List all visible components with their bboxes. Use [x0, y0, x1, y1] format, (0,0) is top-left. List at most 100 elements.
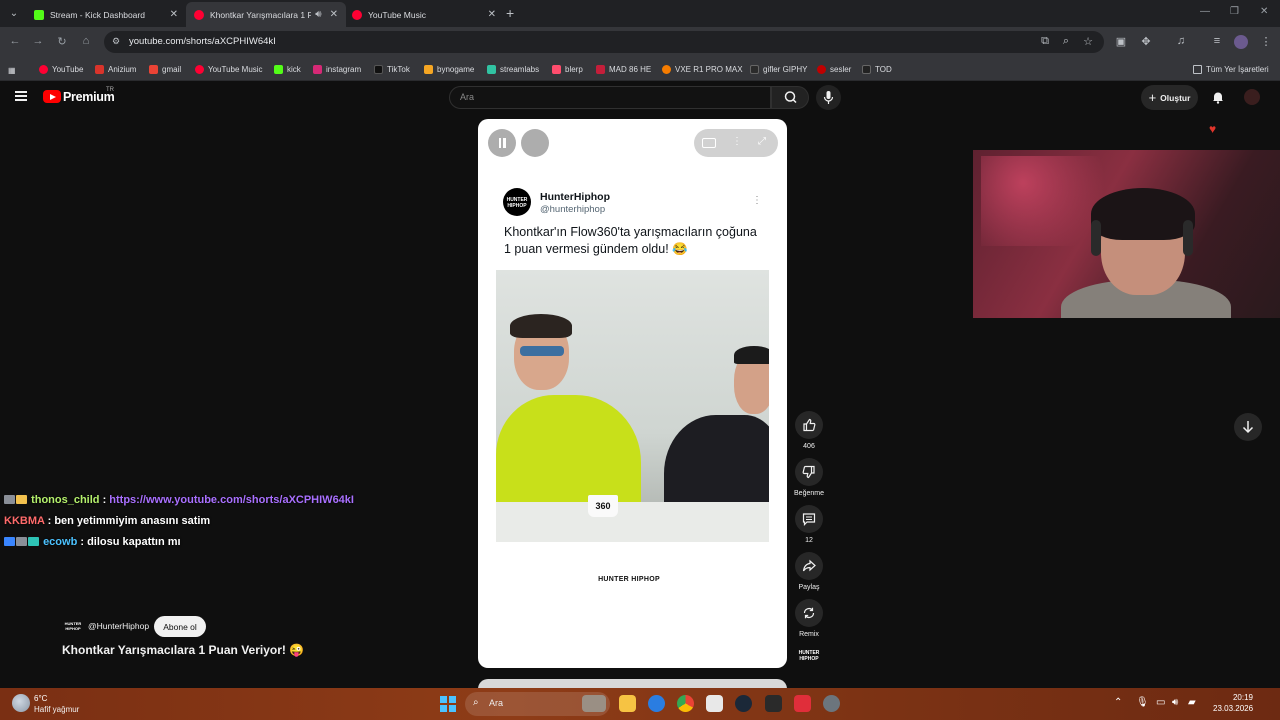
fullscreen-icon[interactable]: ⤢	[758, 136, 766, 147]
bookmark-bynogame[interactable]: bynogame	[424, 62, 474, 76]
site-info-icon[interactable]: ⚙	[112, 36, 120, 47]
microphone-tray-icon[interactable]: 🎙︎	[1136, 697, 1149, 708]
comments-button[interactable]: 12	[795, 505, 823, 544]
reading-list-icon[interactable]: ≡	[1210, 35, 1224, 47]
subscribe-button[interactable]: Abone ol	[154, 616, 206, 637]
zoom-icon[interactable]: ⌕	[1059, 35, 1073, 48]
search-input[interactable]: Ara	[449, 86, 771, 109]
home-icon[interactable]: ⌂	[79, 35, 93, 47]
volume-button[interactable]	[521, 129, 549, 157]
bookmark-star-icon[interactable]: ☆	[1081, 35, 1095, 48]
like-button[interactable]: 406	[795, 411, 823, 450]
new-tab-button[interactable]: +	[506, 5, 514, 21]
minimize-icon[interactable]: —	[1200, 6, 1210, 17]
tray-chevron-icon[interactable]: ⌃	[1114, 697, 1122, 708]
profile-avatar[interactable]	[1234, 35, 1248, 49]
remix-button[interactable]: Remix	[795, 599, 823, 638]
close-icon[interactable]: ✕	[330, 9, 338, 20]
speaker-icon[interactable]: 🔊︎	[315, 9, 321, 20]
bookmark-giphy[interactable]: gifler GIPHY	[750, 62, 807, 76]
more-options-icon[interactable]: ⋮	[732, 136, 742, 147]
share-button[interactable]: Paylaş	[795, 552, 823, 591]
battery-icon[interactable]: ▰	[1188, 697, 1196, 708]
volume-tray-icon[interactable]: 🔊︎	[1172, 697, 1178, 708]
weather-rain-icon[interactable]	[12, 694, 30, 712]
store-icon[interactable]	[706, 695, 723, 712]
bookmark-sesler[interactable]: sesler	[817, 62, 851, 76]
next-short-button[interactable]	[1234, 413, 1262, 441]
apps-grid-icon[interactable]: ▦	[8, 63, 16, 77]
extensions-puzzle-icon[interactable]: ✥	[1139, 35, 1153, 48]
bookmark-streamlabs[interactable]: streamlabs	[487, 62, 539, 76]
all-bookmarks-folder[interactable]: Tüm Yer İşaretleri	[1193, 62, 1269, 76]
file-explorer-icon[interactable]	[619, 695, 636, 712]
account-avatar[interactable]	[1244, 89, 1260, 105]
share-icon	[802, 559, 816, 572]
menu-hamburger-icon[interactable]	[15, 91, 27, 101]
bookmark-gmail[interactable]: gmail	[149, 62, 181, 76]
dislike-button[interactable]: Beğenme	[794, 458, 824, 497]
notifications-bell-icon[interactable]	[1211, 90, 1225, 104]
player-controls: ⋮ ⤢	[694, 129, 778, 157]
captions-icon[interactable]	[702, 138, 716, 148]
headset-icon	[1183, 220, 1193, 256]
chat-text: ben yetimmiyim anasını satim	[54, 515, 211, 527]
window-close-icon[interactable]: ✕	[1260, 6, 1268, 17]
steam-icon[interactable]	[735, 695, 752, 712]
search-button[interactable]	[771, 86, 809, 109]
app-red-icon[interactable]	[794, 695, 811, 712]
instagram-icon	[313, 64, 322, 74]
bookmark-label: kick	[287, 64, 301, 74]
weather-temperature[interactable]: 6°C	[34, 694, 47, 703]
close-icon[interactable]: ✕	[170, 9, 178, 20]
tab-title: YouTube Music	[368, 9, 426, 20]
windows-start-icon[interactable]	[440, 696, 456, 712]
back-icon[interactable]: ←	[8, 35, 22, 47]
bookmark-tod[interactable]: TOD	[862, 62, 892, 76]
search-placeholder: Ara	[460, 92, 475, 102]
taskbar-clock[interactable]: 20:19 23.03.2026	[1213, 692, 1253, 714]
vxe-icon	[662, 64, 671, 74]
bookmark-anizium[interactable]: Anizium	[95, 62, 136, 76]
create-button[interactable]: + Oluştur	[1141, 85, 1198, 110]
epic-games-icon[interactable]	[765, 695, 782, 712]
bookmark-instagram[interactable]: instagram	[313, 62, 361, 76]
voice-search-button[interactable]	[816, 85, 841, 110]
channel-thumbnail[interactable]: HUNTER HIPHOP	[797, 647, 821, 665]
tiktok-icon	[374, 64, 383, 74]
close-icon[interactable]: ✕	[488, 9, 496, 20]
extension-icon[interactable]: ▣	[1114, 35, 1128, 48]
bookmark-youtube-music[interactable]: YouTube Music	[195, 62, 263, 76]
install-app-icon[interactable]: ⧉	[1038, 35, 1052, 48]
tab-youtube-music[interactable]: YouTube Music ✕	[344, 2, 504, 27]
sesler-icon	[817, 64, 826, 74]
bookmark-youtube[interactable]: YouTube	[39, 62, 83, 76]
menu-dots-icon[interactable]: ⋮	[1259, 35, 1273, 48]
bookmark-label: Anizium	[108, 64, 137, 74]
search-highlight-icon[interactable]	[582, 695, 606, 712]
pause-button[interactable]	[488, 129, 516, 157]
edge-icon[interactable]	[648, 695, 665, 712]
forward-icon[interactable]: →	[31, 35, 45, 47]
tab-search-icon[interactable]: ⌄	[6, 6, 22, 22]
like-count: 406	[803, 443, 815, 450]
bookmark-blerp[interactable]: blerp	[552, 62, 583, 76]
reload-icon[interactable]: ↻	[55, 35, 69, 48]
media-control-icon[interactable]: ♫	[1174, 35, 1188, 47]
shorts-player[interactable]: ⋮ ⤢ HUNTER HIPHOP HunterHiphop @hunterhip…	[478, 119, 787, 668]
maximize-icon[interactable]: ❐	[1230, 6, 1239, 17]
network-icon[interactable]: ▭	[1156, 697, 1165, 708]
tab-youtube-short[interactable]: Khontkar Yarışmacılara 1 Pu 🔊︎ ✕	[186, 2, 346, 27]
youtube-icon	[194, 9, 204, 20]
youtube-logo-icon[interactable]	[43, 90, 61, 103]
address-bar[interactable]: ⚙ youtube.com/shorts/aXCPHIW64kI	[104, 31, 1104, 53]
bookmark-vxe[interactable]: VXE R1 PRO MAX	[662, 62, 743, 76]
bookmark-mad86[interactable]: MAD 86 HE	[596, 62, 651, 76]
settings-icon[interactable]	[823, 695, 840, 712]
tab-kick-dashboard[interactable]: Stream - Kick Dashboard ✕	[26, 2, 186, 27]
bookmark-tiktok[interactable]: TikTok	[374, 62, 410, 76]
bookmark-kick[interactable]: kick	[274, 62, 301, 76]
weather-description[interactable]: Hafif yağmur	[34, 705, 79, 714]
channel-handle[interactable]: @HunterHiphop	[88, 621, 149, 631]
chrome-icon[interactable]	[677, 695, 694, 712]
